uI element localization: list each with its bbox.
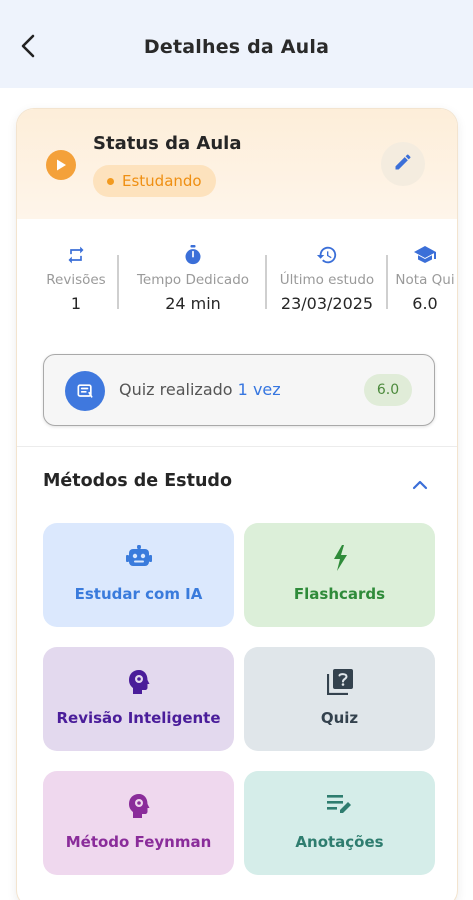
- stat-ultimo-estudo: Último estudo 23/03/2025: [268, 235, 386, 315]
- stat-label: Tempo Dedicado: [136, 272, 250, 288]
- status-dot-icon: [107, 177, 114, 185]
- method-label: Estudar com IA: [74, 585, 203, 603]
- methods-section-title: Métodos de Estudo: [43, 471, 232, 491]
- stat-value: 1: [70, 294, 82, 313]
- app-bar: Detalhes da Aula: [0, 0, 473, 88]
- pencil-icon: [393, 152, 413, 176]
- history-icon: [268, 243, 386, 267]
- brain-head-icon: [43, 793, 234, 819]
- stat-divider: [265, 255, 267, 309]
- quiz-box-icon: [244, 669, 435, 695]
- page-title: Detalhes da Aula: [143, 36, 330, 58]
- stat-label: Revisões: [46, 272, 106, 288]
- stat-value: 23/03/2025: [280, 294, 374, 313]
- stats-row: Revisões 1 Tempo Dedicado 24 min Último …: [17, 235, 457, 315]
- stat-divider: [386, 255, 388, 309]
- edit-status-button[interactable]: [381, 142, 425, 186]
- chevron-up-icon: [412, 475, 428, 494]
- stat-tempo-dedicado: Tempo Dedicado 24 min: [121, 235, 265, 315]
- collapse-methods-button[interactable]: [407, 471, 433, 497]
- method-label: Quiz: [320, 709, 359, 727]
- stat-nota-quiz: Nota Qui 6.0: [391, 235, 457, 315]
- quiz-count: 1 vez: [237, 380, 281, 399]
- stat-label: Último estudo: [279, 272, 375, 288]
- lesson-details-card: Status da Aula Estudando Revisões 1 Temp…: [16, 108, 458, 900]
- stat-value: 6.0: [412, 294, 438, 313]
- method-revisao-inteligente[interactable]: Revisão Inteligente: [43, 647, 234, 751]
- quiz-summary-label: Quiz realizado: [119, 380, 233, 399]
- status-title: Status da Aula: [93, 133, 242, 154]
- play-circle-icon: [46, 150, 76, 180]
- graduation-cap-icon: [391, 243, 457, 267]
- stat-label: Nota Qui: [395, 272, 455, 288]
- section-divider: [17, 446, 457, 447]
- quiz-score-badge: 6.0: [364, 374, 412, 406]
- method-label: Revisão Inteligente: [56, 709, 221, 727]
- method-quiz[interactable]: Quiz: [244, 647, 435, 751]
- quiz-summary-text: Quiz realizado 1 vez: [119, 380, 281, 399]
- method-label: Flashcards: [293, 585, 386, 603]
- robot-icon: [43, 545, 234, 571]
- method-estudar-com-ia[interactable]: Estudar com IA: [43, 523, 234, 627]
- method-feynman[interactable]: Método Feynman: [43, 771, 234, 875]
- method-anotacoes[interactable]: Anotações: [244, 771, 435, 875]
- status-badge: Estudando: [93, 165, 216, 197]
- quiz-icon: [65, 371, 105, 411]
- status-header: Status da Aula Estudando: [17, 109, 457, 219]
- method-label: Método Feynman: [65, 833, 212, 851]
- stat-divider: [117, 255, 119, 309]
- method-flashcards[interactable]: Flashcards: [244, 523, 435, 627]
- status-badge-label: Estudando: [122, 172, 202, 190]
- notes-edit-icon: [244, 793, 435, 819]
- method-label: Anotações: [295, 833, 384, 851]
- brain-head-icon: [43, 669, 234, 695]
- quiz-summary-card[interactable]: Quiz realizado 1 vez 6.0: [43, 354, 435, 426]
- stat-revisoes: Revisões 1: [31, 235, 121, 315]
- repeat-icon: [31, 243, 121, 267]
- stat-value: 24 min: [165, 294, 221, 313]
- stopwatch-icon: [121, 243, 265, 267]
- bolt-icon: [244, 545, 435, 571]
